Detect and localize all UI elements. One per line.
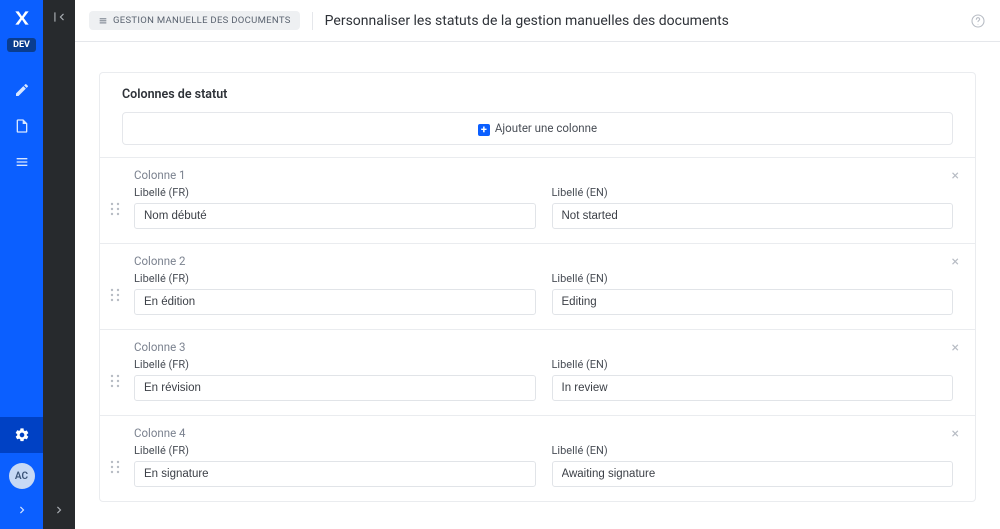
add-column-button[interactable]: + Ajouter une colonne — [122, 112, 953, 145]
topbar: GESTION MANUELLE DES DOCUMENTS Personnal… — [75, 0, 1000, 42]
topbar-divider — [312, 12, 313, 30]
field-label-fr: Libellé (FR) — [134, 444, 536, 457]
secondary-sidebar — [43, 0, 75, 529]
field-label-en: Libellé (EN) — [552, 186, 954, 199]
content: Colonnes de statut +Ajouter une colonne … — [75, 42, 1000, 529]
breadcrumb[interactable]: GESTION MANUELLE DES DOCUMENTS — [89, 11, 300, 30]
libelle-fr-input[interactable] — [134, 461, 536, 487]
libelle-en-input[interactable] — [552, 203, 954, 229]
remove-column-icon[interactable]: × — [952, 340, 959, 356]
drag-handle-icon[interactable] — [110, 460, 120, 477]
libelle-en-input[interactable] — [552, 375, 954, 401]
nav-list-icon[interactable] — [0, 144, 43, 180]
app-logo — [12, 8, 32, 28]
field-label-en: Libellé (EN) — [552, 272, 954, 285]
column-title: Colonne 4 — [114, 426, 953, 444]
breadcrumb-icon — [98, 16, 108, 26]
remove-column-icon[interactable]: × — [952, 426, 959, 442]
field-label-en: Libellé (EN) — [552, 358, 954, 371]
page-title: Personnaliser les statuts de la gestion … — [325, 13, 958, 29]
plus-icon: + — [478, 124, 490, 136]
libelle-en-input[interactable] — [552, 461, 954, 487]
status-columns-card: Colonnes de statut +Ajouter une colonne … — [99, 72, 976, 502]
field-label-fr: Libellé (FR) — [134, 186, 536, 199]
column-block: Colonne 2 × Libellé (FR) Libellé (EN) — [100, 243, 975, 329]
dev-badge: DEV — [7, 38, 36, 52]
drag-handle-icon[interactable] — [110, 288, 120, 305]
card-title: Colonnes de statut — [100, 73, 975, 112]
collapse-sidebar-icon[interactable] — [52, 10, 66, 27]
field-label-en: Libellé (EN) — [552, 444, 954, 457]
libelle-en-input[interactable] — [552, 289, 954, 315]
nav-document-icon[interactable] — [0, 108, 43, 144]
nav-edit-icon[interactable] — [0, 72, 43, 108]
primary-sidebar: DEV AC — [0, 0, 43, 529]
column-title: Colonne 2 — [114, 254, 953, 272]
column-title: Colonne 1 — [114, 168, 953, 186]
column-title: Colonne 3 — [114, 340, 953, 358]
column-block: Colonne 1 × Libellé (FR) Libellé (EN) — [100, 157, 975, 243]
secondary-chevron-icon[interactable] — [43, 495, 75, 525]
libelle-fr-input[interactable] — [134, 375, 536, 401]
main: GESTION MANUELLE DES DOCUMENTS Personnal… — [75, 0, 1000, 529]
column-block: Colonne 3 × Libellé (FR) Libellé (EN) — [100, 329, 975, 415]
nav-settings-icon[interactable] — [0, 417, 43, 453]
field-label-fr: Libellé (FR) — [134, 272, 536, 285]
drag-handle-icon[interactable] — [110, 202, 120, 219]
libelle-fr-input[interactable] — [134, 203, 536, 229]
drag-handle-icon[interactable] — [110, 374, 120, 391]
remove-column-icon[interactable]: × — [952, 254, 959, 270]
sidebar-chevron-icon[interactable] — [0, 495, 43, 525]
field-label-fr: Libellé (FR) — [134, 358, 536, 371]
libelle-fr-input[interactable] — [134, 289, 536, 315]
help-icon[interactable] — [970, 13, 986, 29]
column-block: Colonne 4 × Libellé (FR) Libellé (EN) — [100, 415, 975, 501]
breadcrumb-label: GESTION MANUELLE DES DOCUMENTS — [113, 15, 291, 26]
remove-column-icon[interactable]: × — [952, 168, 959, 184]
add-column-label: Ajouter une colonne — [495, 121, 597, 135]
user-avatar[interactable]: AC — [9, 463, 35, 489]
